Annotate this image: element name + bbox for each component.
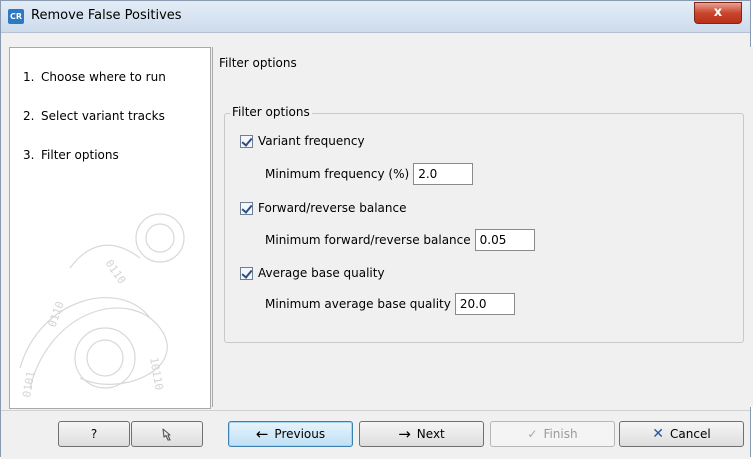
group-title: Filter options: [230, 105, 312, 119]
minimum-frequency-label: Minimum frequency (%): [265, 167, 410, 181]
previous-button[interactable]: ← Previous: [228, 421, 353, 447]
step-choose-where-to-run: 1. Choose where to run: [23, 70, 166, 84]
title-bar[interactable]: CR Remove False Positives x: [1, 1, 750, 33]
close-button[interactable]: x: [694, 2, 742, 24]
svg-text:0101: 0101: [20, 370, 37, 398]
app-icon: CR: [8, 9, 24, 24]
close-icon: x: [713, 5, 723, 20]
window-title: Remove False Positives: [31, 8, 182, 23]
dialog-window: CR Remove False Positives x 1. Choose whe…: [0, 0, 753, 459]
svg-text:0110: 0110: [103, 257, 129, 286]
checkmark-icon: ✓: [527, 427, 538, 441]
minimum-forward-reverse-balance-row: Minimum forward/reverse balance 0.05: [265, 229, 535, 251]
reset-arrow-icon: [162, 428, 171, 441]
forward-reverse-balance-checkbox-row[interactable]: Forward/reverse balance: [240, 201, 406, 215]
panel-title: Filter options: [219, 56, 297, 70]
cancel-x-icon: ✕: [652, 426, 665, 442]
finish-button: ✓ Finish: [490, 421, 615, 447]
svg-text:0110: 0110: [46, 300, 67, 329]
cancel-button[interactable]: ✕ Cancel: [619, 421, 744, 447]
average-base-quality-checkbox[interactable]: [240, 266, 253, 280]
minimum-frequency-row: Minimum frequency (%) 2.0: [265, 163, 474, 185]
forward-reverse-balance-label: Forward/reverse balance: [258, 201, 407, 215]
reset-button[interactable]: [131, 421, 203, 447]
decorative-watermark-icon: 0110 0110 10110 0101: [19, 213, 185, 399]
forward-reverse-balance-checkbox[interactable]: [240, 201, 253, 215]
average-base-quality-label: Average base quality: [258, 266, 385, 280]
steps-panel: 1. Choose where to run 2. Select variant t…: [9, 47, 211, 409]
average-base-quality-checkbox-row[interactable]: Average base quality: [240, 266, 385, 280]
variant-frequency-checkbox[interactable]: [240, 134, 253, 148]
minimum-forward-reverse-balance-label: Minimum forward/reverse balance: [265, 233, 471, 247]
variant-frequency-checkbox-row[interactable]: Variant frequency: [240, 134, 365, 148]
minimum-forward-reverse-balance-input[interactable]: 0.05: [474, 229, 535, 251]
minimum-average-base-quality-input[interactable]: 20.0: [454, 293, 515, 315]
minimum-average-base-quality-label: Minimum average base quality: [265, 297, 451, 311]
button-bar: ? ← Previous → Next ✓ Finish ✕ Cancel: [1, 410, 750, 459]
step-select-variant-tracks: 2. Select variant tracks: [23, 109, 165, 123]
variant-frequency-label: Variant frequency: [258, 134, 365, 148]
step-filter-options: 3. Filter options: [23, 148, 119, 162]
minimum-frequency-input[interactable]: 2.0: [413, 163, 474, 185]
arrow-right-icon: →: [398, 425, 411, 443]
help-button[interactable]: ?: [58, 421, 130, 447]
minimum-average-base-quality-row: Minimum average base quality 20.0: [265, 293, 515, 315]
arrow-left-icon: ←: [255, 425, 269, 443]
next-button[interactable]: → Next: [359, 421, 484, 447]
